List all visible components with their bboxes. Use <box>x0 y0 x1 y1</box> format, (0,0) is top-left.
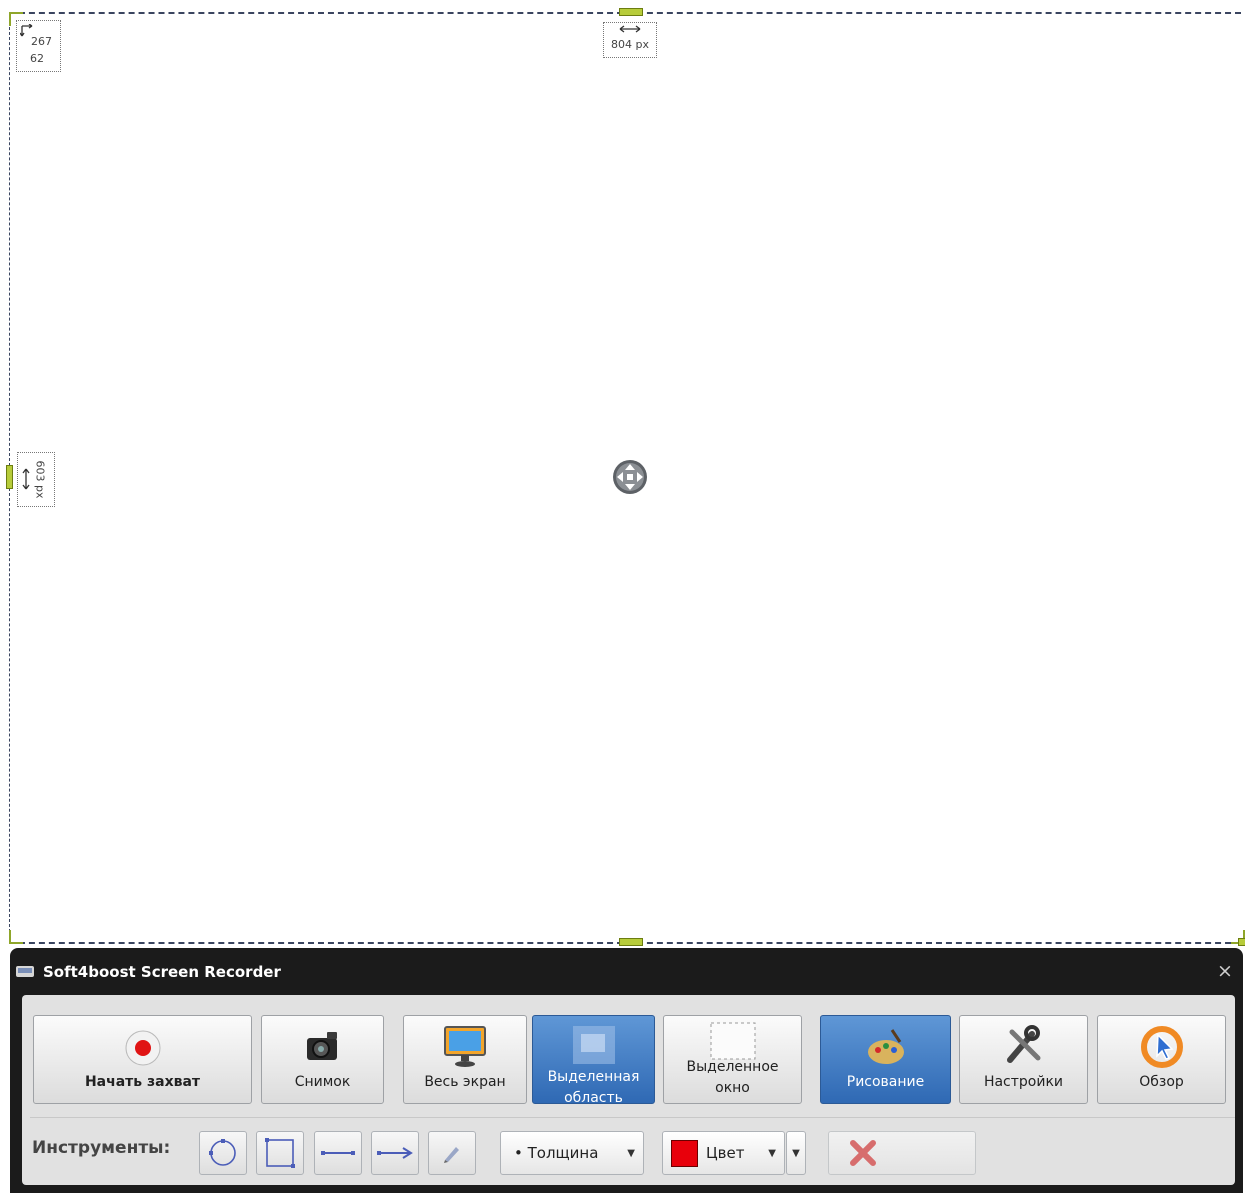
corner-handle-bottom-left[interactable] <box>9 930 23 944</box>
arrow-tool-icon <box>377 1147 413 1159</box>
left-resize-handle[interactable] <box>6 465 13 489</box>
chevron-down-icon: ▼ <box>768 1147 776 1159</box>
selection-window-icon <box>710 1022 755 1060</box>
color-label: Цвет <box>706 1144 745 1162</box>
bottom-resize-handle[interactable] <box>619 938 643 946</box>
settings-label: Настройки <box>983 1074 1064 1090</box>
monitor-icon <box>444 1026 486 1067</box>
browse-button[interactable]: Обзор <box>1097 1015 1226 1104</box>
selected-window-label: Выделенное окно <box>686 1059 779 1096</box>
color-dropdown[interactable]: Цвет ▼ <box>662 1131 785 1175</box>
rectangle-tool-icon <box>265 1138 295 1168</box>
tools-wrench-icon <box>1006 1025 1040 1063</box>
tools-label: Инструменты: <box>32 1138 171 1158</box>
ellipse-tool-button[interactable] <box>199 1131 247 1175</box>
toolbar-divider <box>30 1117 1235 1118</box>
cursor-browse-icon <box>1140 1026 1183 1068</box>
move-icon[interactable] <box>612 459 648 495</box>
close-button[interactable]: × <box>1214 960 1236 982</box>
clear-x-icon <box>850 1140 876 1166</box>
window-app-icon <box>16 966 34 977</box>
settings-button[interactable]: Настройки <box>959 1015 1088 1104</box>
selected-window-button[interactable]: Выделенное окно <box>663 1015 802 1104</box>
line-tool-icon <box>321 1151 355 1155</box>
color-extra-dropdown[interactable]: ▼ <box>786 1131 806 1175</box>
full-screen-label: Весь экран <box>424 1074 506 1090</box>
width-info: 804 px <box>603 22 657 58</box>
snapshot-label: Снимок <box>294 1074 351 1090</box>
height-arrow-icon <box>22 468 30 490</box>
rectangle-tool-button[interactable] <box>256 1131 304 1175</box>
right-resize-handle[interactable] <box>1238 938 1245 946</box>
paint-palette-icon <box>867 1029 904 1064</box>
record-icon <box>125 1030 160 1066</box>
height-value: 603 px <box>33 460 47 499</box>
chevron-down-icon: ▼ <box>792 1147 800 1159</box>
start-capture-button[interactable]: Начать захват <box>33 1015 252 1104</box>
selection-area-icon <box>572 1026 615 1064</box>
pen-tool-button[interactable] <box>428 1131 476 1175</box>
height-info: 603 px <box>17 452 55 507</box>
start-capture-label: Начать захват <box>84 1074 201 1090</box>
position-info: 267 62 <box>16 20 61 72</box>
width-arrow-icon <box>619 25 641 33</box>
color-swatch <box>671 1139 698 1167</box>
drawing-button[interactable]: Рисование <box>820 1015 951 1104</box>
selected-area-label: Выделенная область <box>547 1069 640 1106</box>
window-title: Soft4boost Screen Recorder <box>43 963 281 981</box>
pen-tool-icon <box>444 1147 459 1163</box>
thickness-label: • Толщина <box>514 1144 599 1162</box>
ellipse-tool-icon <box>209 1139 236 1166</box>
width-value: 804 px <box>611 38 649 51</box>
selected-area-button[interactable]: Выделенная область <box>532 1015 655 1106</box>
position-x: 267 <box>31 35 52 48</box>
top-resize-handle[interactable] <box>619 8 643 16</box>
chevron-down-icon: ▼ <box>627 1147 635 1159</box>
clear-button[interactable] <box>828 1131 976 1175</box>
snapshot-button[interactable]: Снимок <box>261 1015 384 1104</box>
position-y: 62 <box>30 52 44 65</box>
window-title-bar[interactable]: Soft4boost Screen Recorder <box>15 957 281 987</box>
browse-label: Обзор <box>1139 1074 1184 1090</box>
line-tool-button[interactable] <box>314 1131 362 1175</box>
drawing-label: Рисование <box>846 1074 925 1090</box>
full-screen-button[interactable]: Весь экран <box>403 1015 527 1104</box>
arrow-tool-button[interactable] <box>371 1131 419 1175</box>
thickness-dropdown[interactable]: • Толщина ▼ <box>500 1131 644 1175</box>
camera-icon <box>306 1032 337 1060</box>
